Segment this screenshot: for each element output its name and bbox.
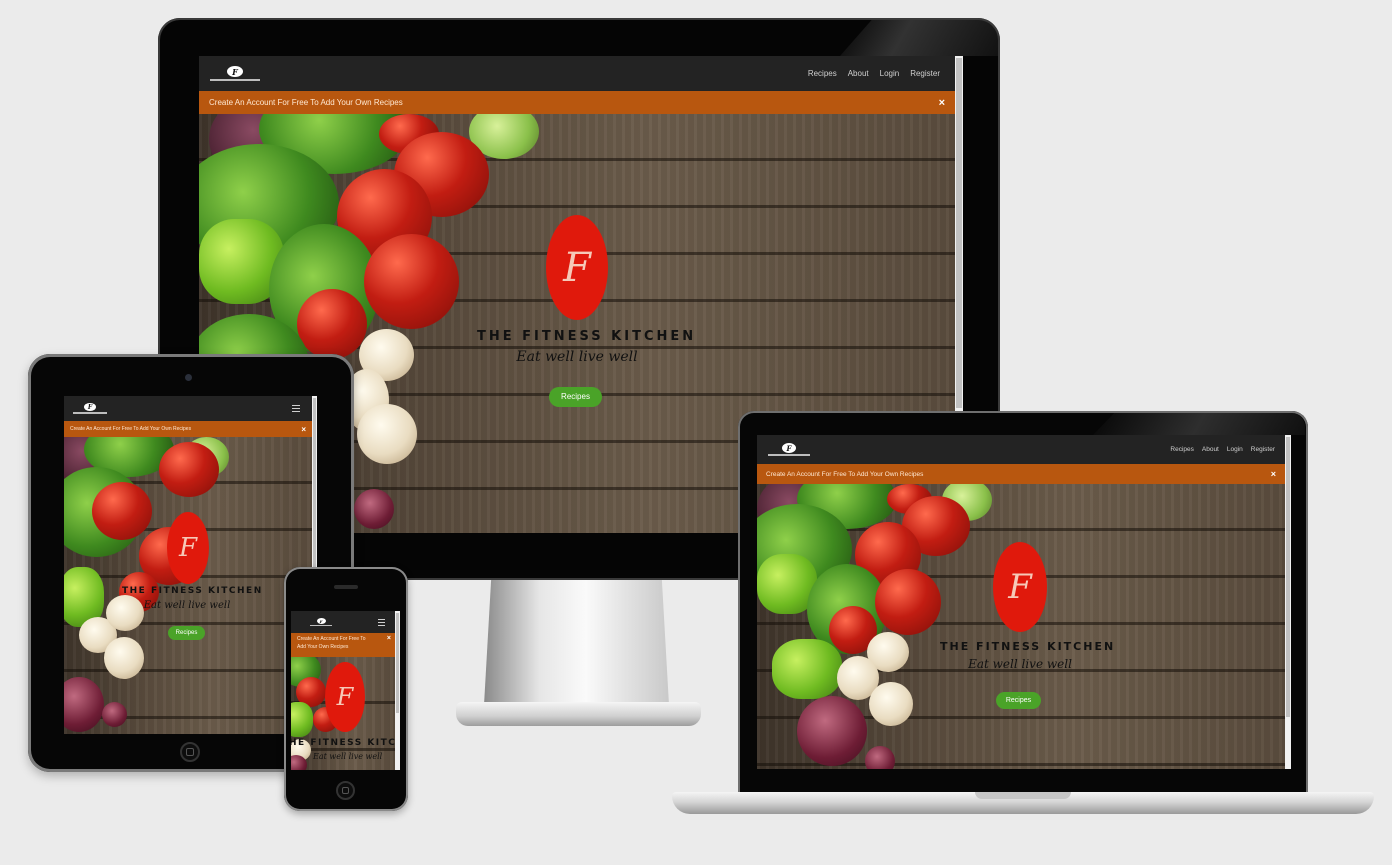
- alert-line-1: Create An Account For Free To: [297, 636, 366, 642]
- veg-mushroom: [104, 637, 144, 679]
- fitness-kitchen-logo-icon: F: [782, 443, 796, 453]
- alert-text: Create An Account For Free To Add Your O…: [70, 426, 192, 432]
- hamburger-menu-icon[interactable]: [378, 618, 385, 626]
- nav-register-link[interactable]: Register: [910, 69, 940, 78]
- nav-about-link[interactable]: About: [848, 69, 869, 78]
- alert-text: Create An Account For Free To Add Your O…: [209, 98, 403, 107]
- laptop-nav-links: Recipes About Login Register: [1170, 446, 1285, 453]
- close-icon[interactable]: ×: [387, 635, 391, 642]
- tablet-screen: F Create An Account For Free To Add Your…: [64, 396, 317, 734]
- veg-tomato: [92, 482, 152, 540]
- phone-signup-alert: Create An Account For Free To Add Your O…: [291, 633, 395, 657]
- laptop-logo[interactable]: F: [767, 443, 811, 456]
- veg-mushroom: [106, 595, 144, 631]
- veg-tomato: [297, 289, 367, 359]
- nav-about-link[interactable]: About: [1202, 446, 1219, 453]
- veg-onion: [102, 702, 127, 727]
- laptop-screen: F Recipes About Login Register Create An…: [757, 435, 1291, 769]
- hero-tagline: Eat well live well: [968, 657, 1072, 671]
- hero-title: THE FITNESS KITCHEN: [122, 586, 263, 596]
- veg-mushroom: [357, 404, 417, 464]
- fitness-kitchen-logo-icon: F: [84, 403, 96, 411]
- phone-logo[interactable]: F: [309, 618, 333, 626]
- logo-wordmark: [768, 454, 810, 456]
- hero-logo-oval: F: [167, 512, 209, 584]
- phone-hero: F HE FITNESS KITCHE Eat well live well: [291, 657, 395, 770]
- hero-title: THE FITNESS KITCHEN: [477, 329, 697, 344]
- hero-logo-oval: F: [546, 215, 608, 320]
- hero-logo-oval: F: [325, 662, 365, 732]
- veg-tomato: [875, 569, 941, 635]
- nav-login-link[interactable]: Login: [880, 69, 900, 78]
- veg-onion: [64, 677, 104, 732]
- hero-recipes-button[interactable]: Recipes: [549, 387, 602, 407]
- alert-text: Create An Account For Free To Add Your O…: [766, 470, 924, 478]
- hero-recipes-button[interactable]: Recipes: [996, 692, 1041, 709]
- laptop-signup-alert: Create An Account For Free To Add Your O…: [757, 464, 1285, 484]
- veg-pepper: [291, 702, 313, 737]
- phone-navbar: F: [291, 611, 395, 633]
- phone-speaker: [334, 585, 358, 589]
- laptop-base: [672, 792, 1374, 814]
- veg-tomato: [159, 442, 219, 497]
- fitness-kitchen-logo-icon: F: [316, 618, 326, 624]
- laptop-glare: [1093, 413, 1305, 435]
- hamburger-menu-icon[interactable]: [292, 405, 300, 412]
- close-icon[interactable]: ×: [1271, 469, 1276, 479]
- desktop-logo[interactable]: F: [209, 66, 261, 81]
- tablet-hero: F THE FITNESS KITCHEN Eat well live well…: [64, 437, 312, 734]
- tablet-signup-alert: Create An Account For Free To Add Your O…: [64, 421, 312, 437]
- veg-tomato: [364, 234, 459, 329]
- logo-wordmark: [210, 79, 260, 81]
- hero-tagline: Eat well live well: [313, 752, 383, 761]
- hero-title: THE FITNESS KITCHEN: [940, 640, 1116, 653]
- nav-recipes-link[interactable]: Recipes: [1170, 446, 1193, 453]
- hero-tagline: Eat well live well: [143, 600, 231, 611]
- monitor-glare: [840, 20, 998, 56]
- hero-logo-oval: F: [993, 542, 1047, 632]
- desktop-signup-alert: Create An Account For Free To Add Your O…: [199, 91, 955, 114]
- hero-recipes-button[interactable]: Recipes: [168, 626, 205, 640]
- monitor-stand-neck: [484, 575, 669, 705]
- nav-recipes-link[interactable]: Recipes: [808, 69, 837, 78]
- logo-wordmark: [73, 412, 107, 414]
- phone-home-button[interactable]: [336, 781, 355, 800]
- hero-title: HE FITNESS KITCHE: [291, 738, 395, 748]
- hero-tagline: Eat well live well: [516, 349, 638, 365]
- close-icon[interactable]: ×: [301, 425, 306, 434]
- monitor-stand-base: [456, 702, 701, 726]
- tablet-logo[interactable]: F: [72, 403, 108, 414]
- close-icon[interactable]: ×: [939, 97, 945, 109]
- desktop-navbar: F Recipes About Login Register: [199, 56, 963, 91]
- veg-onion: [865, 746, 895, 769]
- nav-login-link[interactable]: Login: [1227, 446, 1243, 453]
- nav-register-link[interactable]: Register: [1251, 446, 1275, 453]
- laptop-notch: [975, 792, 1071, 799]
- laptop-navbar: F Recipes About Login Register: [757, 435, 1285, 464]
- veg-onion: [354, 489, 394, 529]
- veg-mushroom: [869, 682, 913, 726]
- desktop-nav-links: Recipes About Login Register: [808, 69, 963, 78]
- veg-pepper: [772, 639, 842, 699]
- alert-line-2: Add Your Own Recipes: [297, 644, 349, 650]
- laptop-hero: F THE FITNESS KITCHEN Eat well live well…: [757, 484, 1285, 769]
- phone-screen: F Create An Account For Free To Add Your…: [291, 611, 400, 770]
- laptop-scrollbar[interactable]: [1285, 435, 1291, 769]
- alert-text: Create An Account For Free To Add Your O…: [297, 635, 366, 651]
- logo-wordmark: [310, 625, 332, 626]
- phone-scrollbar[interactable]: [395, 611, 400, 770]
- veg-onion: [797, 696, 867, 766]
- tablet-camera: [185, 374, 192, 381]
- tablet-home-button[interactable]: [180, 742, 200, 762]
- tablet-navbar: F: [64, 396, 312, 421]
- fitness-kitchen-logo-icon: F: [227, 66, 243, 77]
